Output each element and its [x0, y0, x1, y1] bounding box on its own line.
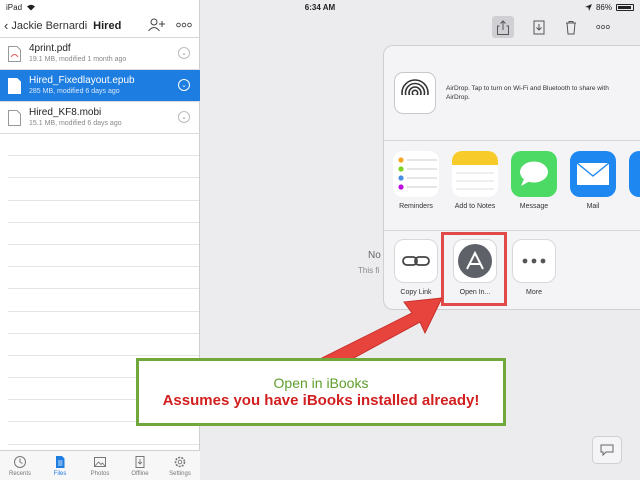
- share-sheet: AirDrop. Tap to turn on Wi-Fi and Blueto…: [383, 45, 640, 310]
- back-button[interactable]: ‹ Jackie Bernardi: [4, 18, 87, 33]
- gear-icon: [174, 456, 186, 467]
- save-to-device-button[interactable]: [532, 19, 546, 35]
- airdrop-icon: [394, 72, 436, 114]
- app-mail[interactable]: Mail: [563, 151, 623, 210]
- file-row[interactable]: Hired_KF8.mobi 15.1 MB, modified 6 days …: [0, 102, 200, 134]
- epub-file-icon: [8, 77, 21, 94]
- link-icon: [394, 239, 438, 283]
- share-actions-row: Copy Link Open In... More: [384, 231, 640, 309]
- preview-message: No: [368, 250, 381, 261]
- app-partial[interactable]: [622, 151, 640, 197]
- more-dots-icon: [512, 239, 556, 283]
- tab-label: Recents: [8, 470, 31, 477]
- photo-icon: [94, 456, 106, 467]
- file-text: Hired_KF8.mobi 15.1 MB, modified 6 days …: [29, 107, 122, 128]
- chevron-down-icon[interactable]: ⌄: [178, 79, 190, 91]
- file-list: 4print.pdf 19.1 MB, modified 1 month ago…: [0, 38, 200, 134]
- header-actions: [148, 18, 192, 32]
- app-label: Message: [519, 203, 549, 210]
- file-icon: [56, 455, 65, 468]
- app-label: Mail: [586, 203, 600, 210]
- callout-warning: Assumes you have iBooks installed alread…: [162, 392, 480, 409]
- action-label: Copy Link: [400, 289, 432, 296]
- tab-offline[interactable]: Offline: [120, 451, 160, 480]
- tab-label: Offline: [131, 470, 149, 477]
- more-icon[interactable]: [176, 22, 192, 28]
- file-name: Hired_Fixedlayout.epub: [29, 75, 135, 86]
- download-icon: [533, 20, 545, 34]
- tab-photos[interactable]: Photos: [80, 451, 120, 480]
- file-row[interactable]: 4print.pdf 19.1 MB, modified 1 month ago…: [0, 38, 200, 70]
- file-meta: 19.1 MB, modified 1 month ago: [29, 56, 127, 63]
- action-label: More: [526, 289, 542, 296]
- notes-icon: [452, 151, 498, 197]
- tab-label: Photos: [90, 470, 110, 477]
- pdf-file-icon: [8, 45, 21, 62]
- file-name: Hired_KF8.mobi: [29, 107, 102, 118]
- tab-settings[interactable]: Settings: [160, 451, 200, 480]
- download-icon: [135, 455, 145, 468]
- app-notes[interactable]: Add to Notes: [445, 151, 505, 210]
- action-copy-link[interactable]: Copy Link: [386, 239, 446, 296]
- message-icon: [511, 151, 557, 197]
- file-meta: 285 MB, modified 6 days ago: [29, 88, 120, 95]
- tab-label: Files: [53, 470, 67, 477]
- delete-button[interactable]: [564, 19, 578, 35]
- trash-icon: [566, 20, 576, 34]
- app-label: Reminders: [399, 203, 433, 210]
- status-time: 6:34 AM: [304, 2, 336, 12]
- battery-icon: [616, 3, 634, 11]
- annotation-callout: Open in iBooks Assumes you have iBooks i…: [136, 358, 506, 426]
- app-message[interactable]: Message: [504, 151, 564, 210]
- tab-files[interactable]: Files: [40, 451, 80, 480]
- airdrop-section[interactable]: AirDrop. Tap to turn on Wi-Fi and Blueto…: [384, 46, 640, 141]
- app-label: Add to Notes: [454, 203, 496, 210]
- partial-app-icon: [629, 151, 640, 197]
- more-icon: [596, 25, 610, 29]
- clock-icon: [14, 455, 26, 468]
- comment-icon: [600, 444, 614, 456]
- share-button[interactable]: [492, 16, 514, 38]
- file-text: 4print.pdf 19.1 MB, modified 1 month ago: [29, 43, 126, 64]
- back-label: Jackie Bernardi: [11, 19, 88, 32]
- action-more[interactable]: More: [504, 239, 564, 296]
- share-icon: [497, 19, 509, 35]
- chevron-left-icon: ‹: [4, 18, 9, 33]
- more-options-button[interactable]: [596, 19, 610, 35]
- open-in-highlight: [441, 232, 507, 306]
- tab-label: Settings: [169, 470, 191, 477]
- comment-button[interactable]: [592, 436, 622, 464]
- preview-submessage: This fi: [358, 266, 380, 275]
- mobi-file-icon: [8, 109, 21, 126]
- callout-title: Open in iBooks: [273, 375, 369, 391]
- mail-icon: [570, 151, 616, 197]
- reminders-icon: [393, 151, 439, 197]
- folder-title: Hired: [93, 19, 122, 32]
- app-reminders[interactable]: Reminders: [386, 151, 446, 210]
- airdrop-text: AirDrop. Tap to turn on Wi-Fi and Blueto…: [446, 85, 609, 101]
- chevron-down-icon[interactable]: ⌄: [178, 111, 190, 123]
- tab-recents[interactable]: Recents: [0, 451, 40, 480]
- status-bar: iPad 6:34 AM 86%: [0, 0, 640, 14]
- file-meta: 15.1 MB, modified 6 days ago: [29, 120, 122, 127]
- chevron-down-icon[interactable]: ⌄: [178, 47, 190, 59]
- add-person-icon[interactable]: [148, 18, 166, 32]
- left-header: ‹ Jackie Bernardi Hired: [0, 14, 200, 38]
- file-text: Hired_Fixedlayout.epub 285 MB, modified …: [29, 75, 135, 96]
- share-apps-row: Reminders Add to Notes Message Mail: [384, 141, 640, 231]
- preview-toolbar: [492, 14, 640, 40]
- file-row-selected[interactable]: Hired_Fixedlayout.epub 285 MB, modified …: [0, 70, 200, 102]
- tab-bar: Recents Files Photos Offline Settings: [0, 450, 200, 480]
- file-name: 4print.pdf: [29, 43, 71, 54]
